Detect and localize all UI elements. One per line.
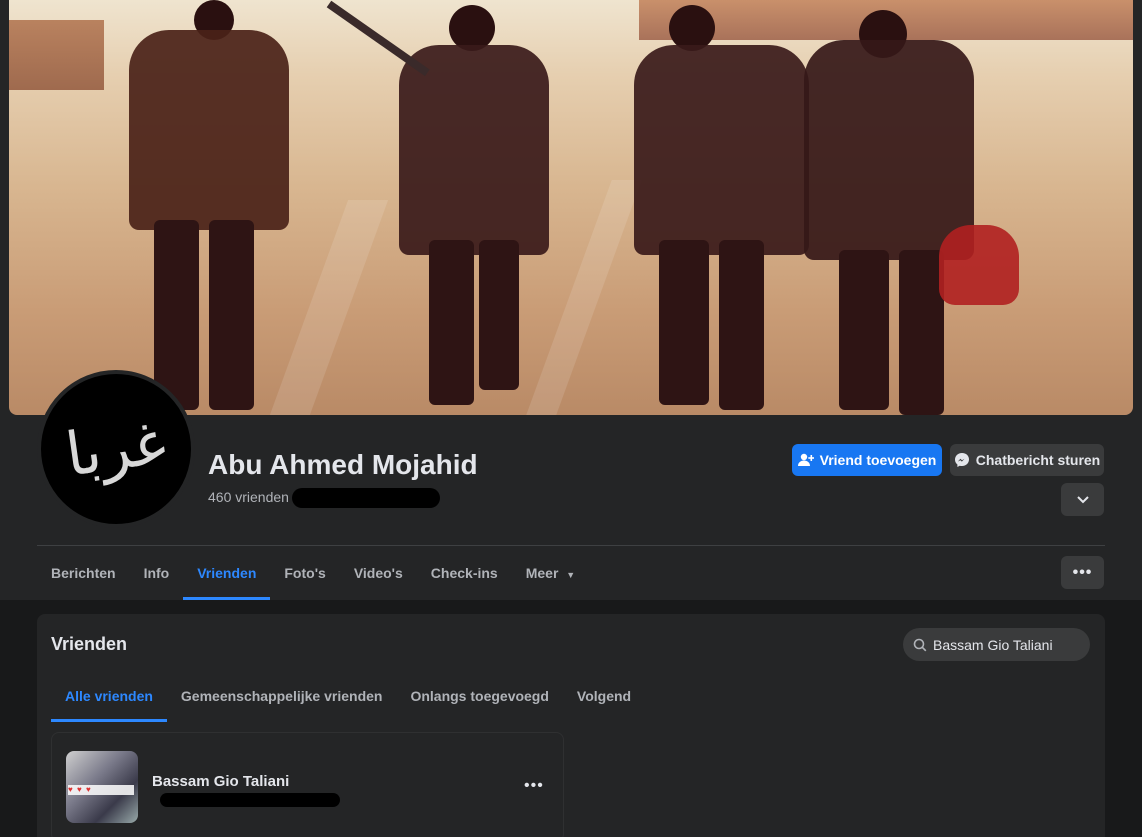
- tab-alle-vrienden[interactable]: Alle vrienden: [51, 680, 167, 722]
- tab-check-ins[interactable]: Check-ins: [417, 556, 512, 600]
- cover-figure-leg: [899, 250, 944, 415]
- cover-figure-leg: [154, 220, 199, 410]
- add-friend-label: Vriend toevoegen: [819, 452, 937, 468]
- cover-figure: [804, 40, 974, 260]
- cover-figure-leg: [839, 250, 889, 410]
- profile-options-dropdown[interactable]: [1061, 483, 1104, 516]
- cover-figure-leg: [479, 240, 519, 390]
- profile-header: غربا Abu Ahmed Mojahid 460 vrienden Vrie…: [0, 0, 1142, 600]
- friends-panel-title: Vrienden: [51, 634, 128, 654]
- caret-down-icon: ▼: [566, 570, 576, 580]
- cover-figure-leg: [719, 240, 764, 410]
- avatar-calligraphy: غربا: [61, 407, 171, 491]
- friend-avatar[interactable]: ♥ ♥ ♥: [66, 751, 138, 823]
- friends-search[interactable]: [903, 628, 1090, 661]
- cover-figure: [129, 30, 289, 230]
- friend-name[interactable]: Bassam Gio Taliani: [152, 773, 289, 790]
- profile-more-button[interactable]: •••: [1061, 556, 1104, 589]
- tab-videos[interactable]: Video's: [340, 556, 417, 600]
- add-friend-button[interactable]: Vriend toevoegen: [792, 444, 942, 476]
- cover-figure: [634, 45, 809, 255]
- messenger-icon: [954, 453, 969, 467]
- friend-more-button[interactable]: •••: [524, 777, 544, 795]
- cover-figure-leg: [659, 240, 709, 405]
- tab-onlangs-toegevoegd[interactable]: Onlangs toegevoegd: [396, 680, 562, 722]
- cover-figure-leg: [209, 220, 254, 410]
- tab-meer-label: Meer: [525, 565, 559, 581]
- search-icon: [913, 638, 927, 651]
- profile-tabs: Berichten Info Vrienden Foto's Video's C…: [37, 556, 589, 600]
- tab-meer[interactable]: Meer ▼: [512, 556, 590, 600]
- tab-volgend[interactable]: Volgend: [563, 680, 645, 722]
- redaction-mark: [160, 793, 340, 807]
- friends-count[interactable]: 460 vrienden: [208, 489, 289, 505]
- cover-wall-left: [9, 20, 104, 90]
- add-person-icon: [797, 453, 814, 466]
- cover-red-bag: [939, 225, 1019, 305]
- profile-avatar[interactable]: غربا: [37, 370, 195, 528]
- chevron-down-icon: [1076, 495, 1089, 503]
- cover-rifle: [326, 0, 430, 77]
- cover-figure-leg: [429, 240, 474, 405]
- cover-track: [269, 200, 389, 415]
- tab-vrienden[interactable]: Vrienden: [183, 556, 271, 600]
- friends-search-input[interactable]: [933, 636, 1073, 653]
- profile-name: Abu Ahmed Mojahid: [208, 449, 478, 480]
- friends-filter-tabs: Alle vrienden Gemeenschappelijke vriende…: [51, 680, 645, 722]
- header-divider: [37, 545, 1105, 546]
- more-dots-icon: •••: [1072, 563, 1093, 581]
- tab-fotos[interactable]: Foto's: [270, 556, 339, 600]
- friends-panel: Vrienden Alle vrienden Gemeenschappelijk…: [37, 614, 1105, 837]
- send-message-label: Chatbericht sturen: [975, 452, 1101, 468]
- redaction-mark: [292, 488, 440, 508]
- cover-photo[interactable]: [9, 0, 1133, 415]
- friend-avatar-emoji-strip: ♥ ♥ ♥: [68, 785, 134, 795]
- cover-figure: [399, 45, 549, 255]
- tab-info[interactable]: Info: [130, 556, 184, 600]
- tab-berichten[interactable]: Berichten: [37, 556, 130, 600]
- friend-card: ♥ ♥ ♥ Bassam Gio Taliani •••: [51, 732, 564, 837]
- tab-gemeenschappelijke-vrienden[interactable]: Gemeenschappelijke vrienden: [167, 680, 397, 722]
- send-message-button[interactable]: Chatbericht sturen: [950, 444, 1104, 476]
